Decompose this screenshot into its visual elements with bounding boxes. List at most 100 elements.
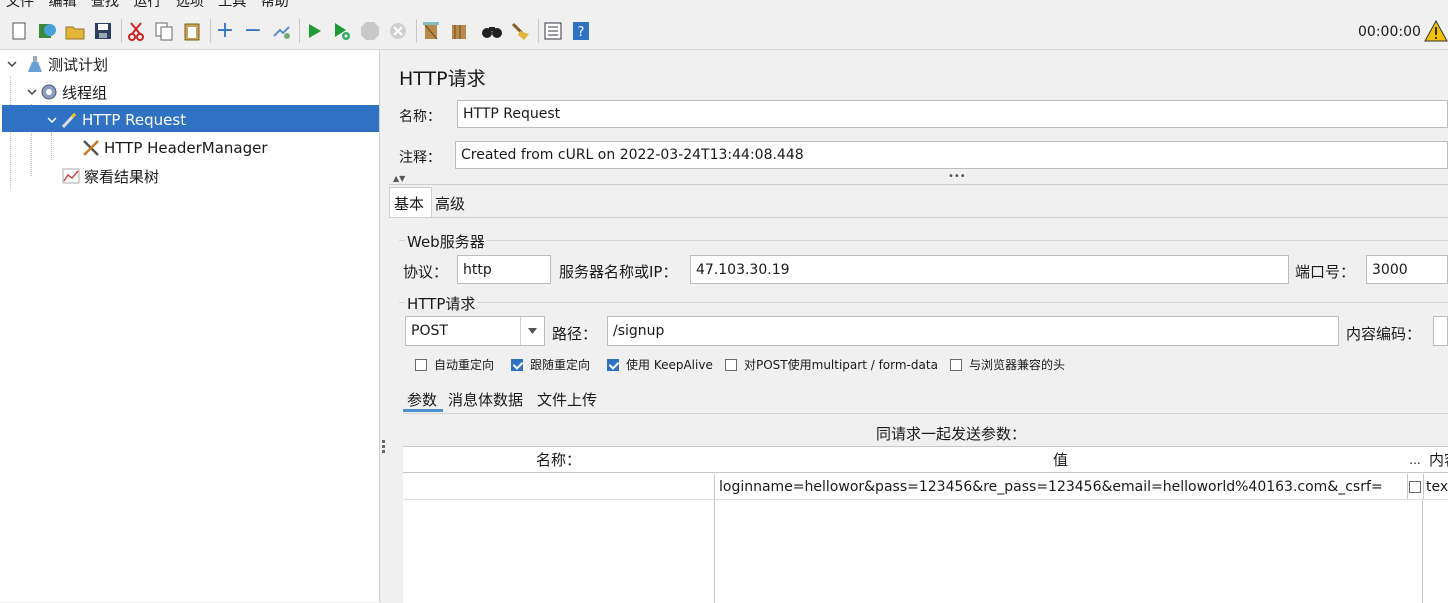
tree-node-label: 线程组 <box>62 83 108 102</box>
path-field[interactable]: /signup <box>607 316 1339 346</box>
checkbox-label: 自动重定向 <box>434 358 495 372</box>
name-label: 名称： <box>399 109 441 125</box>
follow-redirect-option[interactable]: 跟随重定向 <box>511 356 590 373</box>
help-icon[interactable]: ? <box>570 20 592 42</box>
new-icon[interactable] <box>8 20 30 42</box>
expand-icon[interactable]: + <box>214 20 236 42</box>
dropdown-arrow-icon[interactable] <box>520 317 544 345</box>
drag-handle-icon[interactable]: ••• <box>948 171 966 182</box>
path-label: 路径： <box>552 325 598 343</box>
encoding-label: 内容编码： <box>1346 325 1422 343</box>
tree-node-label: HTTP HeaderManager <box>104 139 268 157</box>
multipart-option[interactable]: 对POST使用multipart / form-data <box>725 356 938 373</box>
start-icon[interactable] <box>303 20 325 42</box>
collapse-icon[interactable]: − <box>242 20 264 42</box>
protocol-field[interactable]: http <box>457 255 551 284</box>
column-header-encode[interactable]: ... <box>1407 447 1424 473</box>
toolbar: + − ? 00:00:00 <box>0 13 1448 50</box>
tab-file-upload[interactable]: 文件上传 <box>537 389 597 410</box>
checkbox-label: 对POST使用multipart / form-data <box>744 358 938 372</box>
http-request-panel: HTTP请求 名称： HTTP Request 注释： Created from… <box>389 50 1448 603</box>
auto-redirect-checkbox[interactable] <box>415 358 427 371</box>
panel-splitter[interactable] <box>380 50 388 602</box>
tree-node-header-manager[interactable]: HTTP HeaderManager <box>82 134 268 162</box>
gear-icon <box>40 83 58 101</box>
name-field[interactable]: HTTP Request <box>457 100 1448 128</box>
server-field[interactable]: 47.103.30.19 <box>690 255 1289 284</box>
comment-field[interactable]: Created from cURL on 2022-03-24T13:44:08… <box>455 141 1448 169</box>
auto-redirect-option[interactable]: 自动重定向 <box>415 356 494 373</box>
cut-icon[interactable] <box>125 20 147 42</box>
encoding-field[interactable] <box>1433 316 1448 346</box>
menu-search[interactable]: 查找 <box>91 0 119 10</box>
search-icon[interactable] <box>481 20 503 42</box>
tab-body-data[interactable]: 消息体数据 <box>448 389 523 410</box>
tree-node-test-plan[interactable]: 测试计划 <box>6 50 108 78</box>
tree-node-label: 测试计划 <box>48 55 109 74</box>
menu-bar: 文件 编辑 查找 运行 选项 工具 帮助 <box>0 0 1448 12</box>
port-field[interactable]: 3000 <box>1366 255 1448 284</box>
flask-icon <box>26 55 44 73</box>
browser-headers-checkbox[interactable] <box>950 358 962 371</box>
method-select[interactable]: POST <box>405 316 545 346</box>
page-title: HTTP请求 <box>399 68 486 90</box>
chevron-down-icon[interactable] <box>46 111 58 129</box>
row-name-cell[interactable] <box>403 474 715 500</box>
browser-headers-option[interactable]: 与浏览器兼容的头 <box>950 356 1065 373</box>
menu-options[interactable]: 选项 <box>176 0 204 10</box>
keepalive-option[interactable]: 使用 KeepAlive <box>607 356 713 373</box>
save-icon[interactable] <box>92 20 114 42</box>
templates-icon[interactable] <box>36 20 58 42</box>
menu-run[interactable]: 运行 <box>133 0 161 10</box>
stop-icon[interactable] <box>359 20 381 42</box>
encode-checkbox[interactable] <box>1409 480 1421 493</box>
chevron-down-icon[interactable] <box>6 55 18 73</box>
row-value-cell[interactable]: loginname=hellowor&pass=123456&re_pass=1… <box>714 474 1408 500</box>
tab-basic-label: 基本 <box>394 195 425 213</box>
protocol-label: 协议： <box>403 263 449 281</box>
tools-icon <box>82 139 100 157</box>
menu-edit[interactable]: 编辑 <box>48 0 76 10</box>
method-value: POST <box>411 323 448 339</box>
row-encode-cell[interactable] <box>1407 474 1424 500</box>
warning-icon[interactable] <box>1424 19 1448 42</box>
clear-icon[interactable] <box>420 20 442 42</box>
tree-node-label: 察看结果树 <box>84 167 160 186</box>
elapsed-timer: 00:00:00 <box>1358 24 1421 40</box>
graph-icon <box>62 167 80 185</box>
shutdown-icon[interactable] <box>387 20 409 42</box>
paste-icon[interactable] <box>181 20 203 42</box>
column-header-name[interactable]: 名称： <box>403 447 715 473</box>
keepalive-checkbox[interactable] <box>607 358 619 371</box>
collapse-arrows-icon[interactable]: ▲▼ <box>393 174 405 183</box>
port-label: 端口号： <box>1295 263 1356 281</box>
start-no-pause-icon[interactable] <box>331 20 353 42</box>
test-plan-tree: 测试计划 线程组 HTTP Request HTTP HeaderManager… <box>0 50 380 602</box>
tab-parameters-label: 参数 <box>407 391 438 409</box>
chevron-down-icon[interactable] <box>26 83 38 101</box>
column-header-value[interactable]: 值 <box>714 447 1408 473</box>
checkbox-label: 跟随重定向 <box>530 358 591 372</box>
function-helper-icon[interactable] <box>542 20 564 42</box>
params-caption: 同请求一起发送参数： <box>876 425 1027 443</box>
menu-help[interactable]: 帮助 <box>261 0 289 10</box>
menu-tools[interactable]: 工具 <box>218 0 246 10</box>
tree-node-thread-group[interactable]: 线程组 <box>26 78 107 106</box>
tree-node-label: HTTP Request <box>82 111 187 129</box>
clear-all-icon[interactable] <box>448 20 470 42</box>
row-content-type-cell[interactable]: tex <box>1423 474 1448 500</box>
open-icon[interactable] <box>64 20 86 42</box>
tree-node-http-request[interactable]: HTTP Request <box>46 106 186 134</box>
reset-search-icon[interactable] <box>509 20 531 42</box>
follow-redirect-checkbox[interactable] <box>511 358 523 371</box>
tab-advanced[interactable]: 高级 <box>435 193 465 214</box>
column-header-content-type[interactable]: 内容 <box>1423 447 1448 473</box>
toggle-icon[interactable] <box>270 20 292 42</box>
server-label: 服务器名称或IP： <box>559 263 678 281</box>
tree-node-results-tree[interactable]: 察看结果树 <box>62 162 159 190</box>
menu-file[interactable]: 文件 <box>6 0 34 10</box>
copy-icon[interactable] <box>153 20 175 42</box>
comment-label: 注释： <box>399 150 441 166</box>
multipart-checkbox[interactable] <box>725 358 737 371</box>
svg-text:?: ? <box>578 25 585 40</box>
